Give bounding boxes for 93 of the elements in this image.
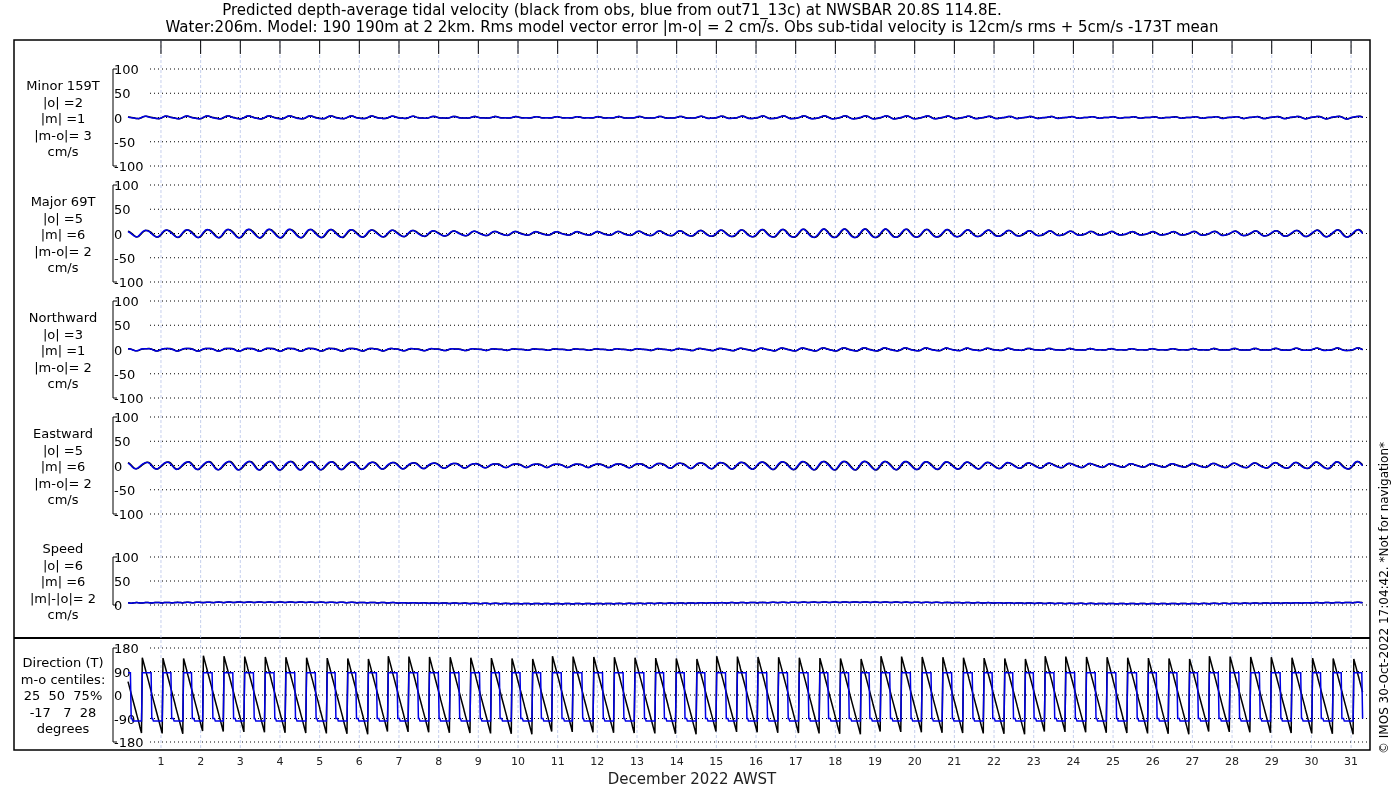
day-label: 16: [749, 755, 763, 768]
day-label: 2: [197, 755, 205, 768]
panel-label: |o| =5: [43, 210, 83, 226]
panel-label: |m| =1: [40, 111, 86, 126]
x-axis-title: December 2022 AWST: [607, 770, 777, 788]
panel-label: |m-o|= 3: [34, 127, 92, 143]
panel-label: cm/s: [47, 492, 79, 507]
panel-label: m-o centiles:: [20, 671, 106, 687]
y-tick-label: -90: [114, 711, 136, 727]
day-label: 13: [630, 755, 644, 768]
y-tick-label: -50: [114, 482, 136, 498]
day-label: 3: [236, 755, 244, 768]
panel-label: Major 69T: [30, 194, 96, 209]
panel-label: |m|-|o|= 2: [29, 590, 97, 606]
panel-label: Direction (T): [22, 655, 104, 670]
y-tick-label: -50: [114, 134, 136, 150]
panel-label: cm/s: [47, 144, 79, 159]
y-tick-label: 50: [114, 318, 131, 334]
y-tick-label: 0: [114, 226, 123, 242]
panel-label: |o| =6: [43, 557, 83, 573]
day-label: 28: [1225, 755, 1240, 768]
panel-label: -17 7 28: [29, 704, 97, 720]
panel-label: Speed: [42, 541, 84, 556]
y-tick-label: 100: [114, 178, 139, 193]
day-label: 11: [550, 755, 565, 768]
day-label: 14: [669, 755, 684, 768]
day-label: 30: [1304, 755, 1319, 768]
day-label: 17: [788, 755, 803, 768]
panel-label: |m| =6: [40, 574, 86, 589]
panel-label: Minor 159T: [26, 78, 100, 93]
y-tick-label: 50: [114, 434, 131, 450]
plot-title: Predicted depth-average tidal velocity (black from obs, blue from out71_13c) at NWSBAR 20.8S 114.8E.: [222, 1, 1002, 19]
panel-label: Northward: [28, 310, 98, 325]
day-label: 5: [316, 755, 324, 768]
panel-label: degrees: [36, 721, 90, 736]
y-tick-label: 100: [114, 62, 139, 77]
day-label: 26: [1145, 755, 1160, 768]
panel-label: cm/s: [47, 607, 79, 622]
panel-label: |m| =6: [40, 227, 86, 242]
y-tick-label: 50: [114, 574, 131, 589]
panel-label: |o| =2: [43, 94, 83, 110]
y-tick-label: 50: [114, 202, 131, 218]
panel-label: |o| =5: [43, 442, 83, 458]
day-label: 23: [1026, 755, 1041, 768]
plot-title: Water:206m. Model: 190 190m at 2 2km. Rms model vector error |m-o| = 2 cm/s. Obs sub-tidal velocity is 12cm/s rms + 5cm/s -173T mean: [165, 18, 1219, 36]
y-tick-label: 100: [114, 410, 139, 425]
day-label: 24: [1066, 755, 1081, 768]
y-tick-label: 0: [114, 458, 123, 474]
panel-label: |m-o|= 2: [34, 475, 92, 491]
panel-label: Eastward: [33, 426, 93, 441]
day-label: 6: [355, 755, 363, 768]
day-label: 8: [435, 755, 443, 768]
day-label: 7: [395, 755, 403, 768]
panel-label: |m-o|= 2: [34, 243, 92, 259]
y-tick-label: -100: [114, 507, 144, 522]
day-label: 25: [1106, 755, 1121, 768]
day-label: 22: [987, 755, 1002, 768]
copyright-note: © IMOS 30-Oct-2022 17:04:42. *Not for navigation*: [1377, 442, 1391, 754]
y-tick-label: 50: [114, 86, 131, 102]
y-tick-label: 90: [114, 664, 131, 680]
day-label: 20: [907, 755, 922, 768]
y-tick-label: 180: [114, 641, 139, 656]
day-label: 31: [1344, 755, 1359, 768]
y-tick-label: -100: [114, 159, 144, 174]
panel-label: 25 50 75%: [23, 688, 103, 703]
y-tick-label: -180: [114, 735, 144, 750]
panel-label: cm/s: [47, 260, 79, 275]
panel-label: |m| =1: [40, 343, 86, 358]
y-tick-label: 0: [114, 110, 123, 126]
day-label: 12: [590, 755, 605, 768]
y-tick-label: 100: [114, 294, 139, 309]
panel-label: cm/s: [47, 376, 79, 391]
day-label: 9: [474, 755, 482, 768]
y-tick-label: -100: [114, 391, 144, 406]
day-label: 27: [1185, 755, 1200, 768]
y-tick-label: 0: [114, 688, 123, 703]
day-label: 4: [276, 755, 284, 768]
y-tick-label: 0: [114, 598, 123, 613]
y-tick-label: 0: [114, 342, 123, 358]
day-label: 18: [828, 755, 843, 768]
panel-label: |o| =3: [43, 326, 83, 342]
panel-label: |m-o|= 2: [34, 359, 92, 375]
day-label: 15: [709, 755, 724, 768]
y-tick-label: 100: [114, 550, 139, 565]
y-tick-label: -50: [114, 366, 136, 382]
day-label: 29: [1264, 755, 1279, 768]
y-tick-label: -50: [114, 250, 136, 266]
day-label: 21: [947, 755, 962, 768]
day-label: 10: [511, 755, 525, 768]
panel-label: |m| =6: [40, 459, 86, 474]
y-tick-label: -100: [114, 275, 144, 290]
day-label: 19: [868, 755, 883, 768]
day-label: 1: [157, 755, 165, 768]
